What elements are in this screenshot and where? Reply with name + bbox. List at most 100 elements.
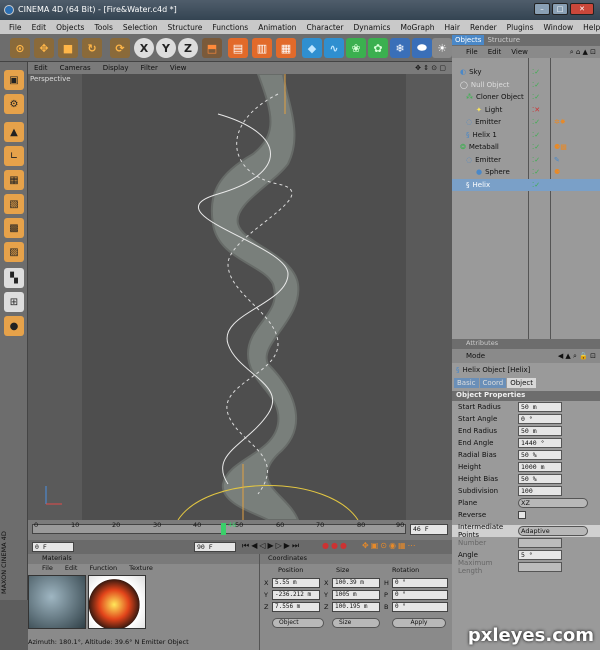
render-picture-viewer-icon[interactable]: ▥ <box>252 38 272 58</box>
tab-objects[interactable]: Objects <box>452 35 485 45</box>
rotation-p-field[interactable]: 0 ° <box>392 590 448 600</box>
menu-edit[interactable]: Edit <box>27 23 52 32</box>
current-frame-field[interactable]: 46 F <box>410 524 448 535</box>
visibility-dots-icon[interactable]: ⁚✓ <box>532 156 540 164</box>
recent-tool-icon[interactable]: ⟳ <box>110 38 130 58</box>
enable-axis-icon[interactable]: ▚ <box>4 268 24 288</box>
paint-tool-icon[interactable]: ● <box>4 316 24 336</box>
end-frame-field[interactable]: 90 F <box>194 542 236 552</box>
height-field[interactable]: 1000 m <box>518 462 562 472</box>
object-row-null[interactable]: ◯ Null Object ⁚✓ <box>452 79 600 92</box>
apply-button[interactable]: Apply <box>392 618 446 628</box>
x-axis-button[interactable]: X <box>134 38 154 58</box>
timeline-track[interactable] <box>32 524 406 534</box>
metaball-tag-icon[interactable]: ⚈▩ <box>554 143 567 151</box>
key-tools-icon[interactable]: ✥▣⊙◉▦⋯ <box>362 541 418 550</box>
coordinate-mode-dropdown[interactable]: Object <box>272 618 324 628</box>
materials-menu-file[interactable]: File <box>28 564 59 575</box>
cube-icon[interactable]: ◆ <box>302 38 322 58</box>
height-bias-field[interactable]: 50 % <box>518 474 562 484</box>
menu-functions[interactable]: Functions <box>207 23 253 32</box>
size-z-field[interactable]: 100.195 m <box>332 602 380 612</box>
size-x-field[interactable]: 100.39 m <box>332 578 380 588</box>
object-row-light[interactable]: ✦ Light ⁚✕ <box>452 104 600 117</box>
reverse-checkbox[interactable] <box>518 511 526 519</box>
visibility-dots-icon[interactable]: ⁚✓ <box>532 81 540 89</box>
rotation-h-field[interactable]: 0 ° <box>392 578 448 588</box>
visibility-dots-icon[interactable]: ⁚✓ <box>532 168 540 176</box>
subdivision-field[interactable]: 100 <box>518 486 562 496</box>
rotation-b-field[interactable]: 0 ° <box>392 602 448 612</box>
objects-toolbar-icons[interactable]: ⌕ ⌂ ▲ ⊡ <box>570 48 600 57</box>
viewport-menu-display[interactable]: Display <box>97 64 135 72</box>
visibility-dots-icon[interactable]: ⁚✓ <box>532 93 540 101</box>
render-settings-icon[interactable]: ▦ <box>276 38 296 58</box>
spline-icon[interactable]: ∿ <box>324 38 344 58</box>
use-model-tool-icon[interactable]: ▣ <box>4 70 24 90</box>
attributes-toolbar-icons[interactable]: ◀ ▲ ⌕ 🔒 ⊡ <box>558 352 600 361</box>
objects-menu-file[interactable]: File <box>452 48 483 56</box>
tab-coord[interactable]: Coord <box>479 378 507 388</box>
start-radius-field[interactable]: 50 m <box>518 402 562 412</box>
light-icon[interactable]: ☀ <box>432 38 452 58</box>
object-row-helix[interactable]: § Helix ⁚✓ <box>452 178 600 191</box>
position-y-field[interactable]: -236.212 m <box>272 590 320 600</box>
intermediate-points-dropdown[interactable]: Adaptive <box>518 526 588 536</box>
menu-structure[interactable]: Structure <box>163 23 208 32</box>
materials-menu-texture[interactable]: Texture <box>123 564 159 575</box>
close-icon[interactable]: ✕ <box>570 3 594 15</box>
viewport-nav-icons[interactable]: ✥ ⇕ ⊙ ▢ <box>409 64 452 72</box>
use-texture-axis-icon[interactable]: ∟ <box>4 146 24 166</box>
menu-character[interactable]: Character <box>301 23 348 32</box>
viewport-menu-view[interactable]: View <box>164 64 193 72</box>
live-selection-icon[interactable]: ⊙ <box>10 38 30 58</box>
object-row-helix-1[interactable]: § Helix 1 ⁚✓ <box>452 129 600 142</box>
z-axis-button[interactable]: Z <box>178 38 198 58</box>
number-field[interactable] <box>518 538 562 548</box>
visibility-dots-icon[interactable]: ⁚✓ <box>532 143 540 151</box>
viewport[interactable]: Perspective <box>28 74 452 520</box>
maximum-length-field[interactable] <box>518 562 562 572</box>
deformer-icon[interactable]: ❄ <box>390 38 410 58</box>
position-x-field[interactable]: 5.55 m <box>272 578 320 588</box>
tab-object[interactable]: Object <box>507 378 537 388</box>
menu-mograph[interactable]: MoGraph <box>395 23 439 32</box>
menu-window[interactable]: Window <box>539 23 579 32</box>
attributes-mode-menu[interactable]: Mode <box>452 352 485 360</box>
viewport-menu-filter[interactable]: Filter <box>135 64 164 72</box>
scene-icon[interactable]: ⬬ <box>412 38 432 58</box>
sphere-tag-icon[interactable]: ⚈ <box>554 168 560 176</box>
visibility-dots-icon[interactable]: ⁚✓ <box>532 68 540 76</box>
use-object-tool-icon[interactable]: ⚙ <box>4 94 24 114</box>
tab-basic[interactable]: Basic <box>454 378 479 388</box>
position-z-field[interactable]: 7.556 m <box>272 602 320 612</box>
radial-bias-field[interactable]: 50 % <box>518 450 562 460</box>
objects-menu-edit[interactable]: Edit <box>483 48 507 56</box>
end-angle-field[interactable]: 1440 ° <box>518 438 562 448</box>
playback-controls-icon[interactable]: ⏮◀◁▶▷▶⏭ <box>242 541 301 551</box>
visibility-dots-icon[interactable]: ⁚✓ <box>532 118 540 126</box>
emitter-tag-icon[interactable]: ✎ <box>554 156 560 164</box>
visibility-dots-icon[interactable]: ⁚✕ <box>532 106 540 114</box>
size-y-field[interactable]: 1005 m <box>332 590 380 600</box>
nurbs-icon[interactable]: ❀ <box>346 38 366 58</box>
coordinate-system-icon[interactable]: ⬒ <box>202 38 222 58</box>
animation-mode-icon[interactable]: ▨ <box>4 242 24 262</box>
record-keys-icon[interactable]: ●●● <box>322 541 349 550</box>
object-row-metaball[interactable]: ❂ Metaball ⁚✓ ⚈▩ <box>452 141 600 154</box>
object-row-emitter-2[interactable]: ◌ Emitter ⁚✓ ✎ <box>452 154 600 167</box>
use-texture-tool-icon[interactable]: ▲ <box>4 122 24 142</box>
array-icon[interactable]: ✿ <box>368 38 388 58</box>
object-row-sky[interactable]: ◐ Sky ⁚✓ <box>452 66 600 79</box>
menu-help[interactable]: Help <box>578 23 600 32</box>
plane-dropdown[interactable]: XZ <box>518 498 588 508</box>
render-view-icon[interactable]: ▤ <box>228 38 248 58</box>
materials-menu-edit[interactable]: Edit <box>59 564 84 575</box>
maximize-icon[interactable]: □ <box>552 3 568 15</box>
object-row-sphere[interactable]: ● Sphere ⁚✓ ⚈ <box>452 166 600 179</box>
angle-field[interactable]: 5 ° <box>518 550 562 560</box>
tab-structure[interactable]: Structure <box>484 35 523 45</box>
menu-selection[interactable]: Selection <box>118 23 163 32</box>
start-angle-field[interactable]: 0 ° <box>518 414 562 424</box>
menu-animation[interactable]: Animation <box>253 23 301 32</box>
